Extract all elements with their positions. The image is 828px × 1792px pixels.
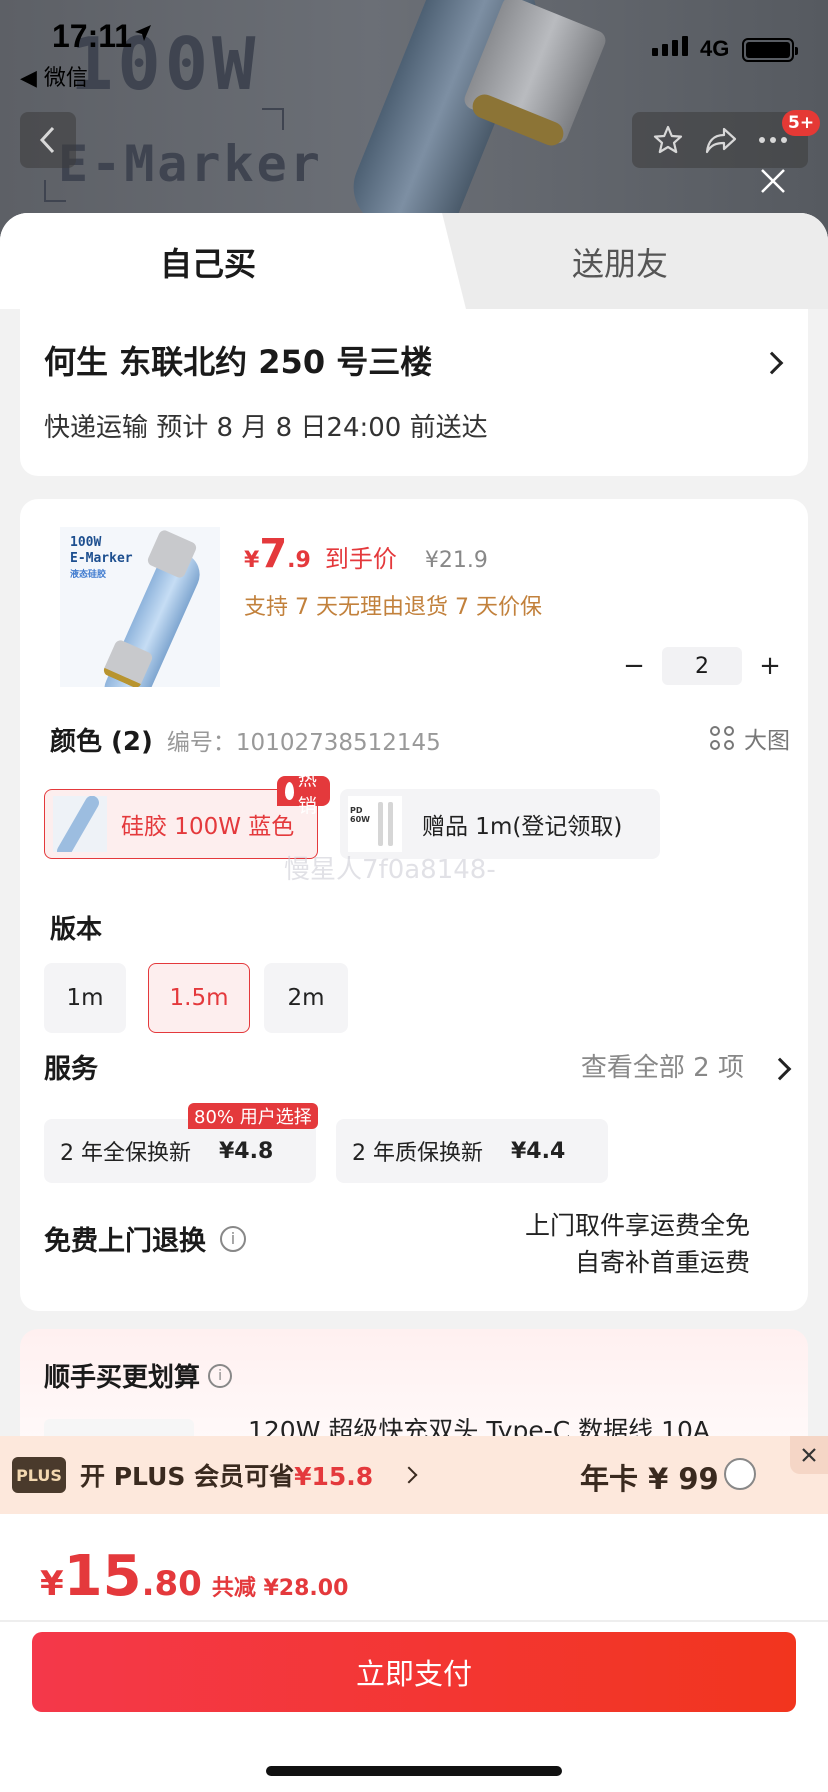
price-line: ¥ 7 .9 到手价 ¥21.9: [244, 531, 488, 577]
gift-thumbnail: PD 60W: [348, 796, 402, 852]
free-return-details: 上门取件享运费全免 自寄补首重运费: [524, 1211, 750, 1277]
address-text: 何生 东联北约 250 号三楼: [44, 343, 433, 381]
chevron-right-icon: [768, 1057, 792, 1081]
bundle-title: 顺手买更划算 i: [44, 1357, 233, 1394]
service-view-all[interactable]: 查看全部 2 项: [581, 1047, 744, 1084]
watermark: 慢星人7f0a8148-: [284, 855, 496, 885]
product-thumbnail[interactable]: 100W E-Marker 液态硅胶: [60, 527, 220, 687]
message-count-badge: 5+: [782, 110, 821, 136]
total-decimal: .80: [141, 1564, 202, 1604]
address-card[interactable]: 何生 东联北约 250 号三楼 快递运输 预计 8 月 8 日24:00 前送达: [20, 309, 808, 476]
total-price: ¥ 15 .80 共减 ¥28.00: [40, 1544, 349, 1609]
free-return-title: 免费上门退换: [44, 1226, 206, 1257]
total-integer: 15: [63, 1544, 142, 1609]
info-icon[interactable]: i: [220, 1225, 246, 1252]
option-thumbnail: [53, 796, 107, 852]
network-type: 4G: [700, 36, 730, 61]
back-button[interactable]: [20, 112, 76, 168]
flame-icon: [285, 782, 294, 800]
service-header[interactable]: 服务 查看全部 2 项: [44, 1047, 792, 1086]
checkout-footer: ¥ 15 .80 共减 ¥28.00 立即支付: [0, 1514, 828, 1792]
hero-bracket-tr: [262, 108, 284, 130]
price-integer: 7: [259, 531, 288, 577]
qty-plus-button[interactable]: +: [750, 647, 790, 685]
status-time: 17:11: [52, 18, 133, 54]
tab-buy-self[interactable]: 自己买: [160, 239, 256, 285]
pay-now-button[interactable]: 立即支付: [32, 1632, 796, 1712]
return-policy: 支持 7 天无理由退货 7 天价保: [244, 595, 542, 620]
plus-close-button[interactable]: [790, 1436, 828, 1474]
home-indicator: [266, 1766, 562, 1776]
free-return-row: 免费上门退换 i: [44, 1219, 246, 1258]
product-card: 100W E-Marker 液态硅胶 ¥ 7 .9 到手价 ¥21.9 支持 7…: [20, 499, 808, 1311]
qty-minus-button[interactable]: −: [614, 647, 654, 685]
color-option-blue[interactable]: 硅胶 100W 蓝色 热销: [44, 768, 331, 859]
status-bar: 17:11 ◀ 微信 4G: [0, 0, 828, 92]
plus-promo-bar[interactable]: PLUS 开 PLUS 会员可省¥15.8 年卡 ¥ 99: [0, 1436, 828, 1514]
price-decimal: .9: [287, 548, 311, 573]
plus-year-card-price: 年卡 ¥ 99: [580, 1462, 719, 1496]
signal-icon: [652, 36, 688, 56]
location-arrow-icon: [135, 25, 151, 41]
version-option-1m[interactable]: 1m: [44, 963, 126, 1033]
price-label: 到手价: [324, 545, 397, 573]
footer-divider: [0, 1620, 828, 1622]
big-picture-toggle[interactable]: 大图: [710, 721, 790, 755]
service-title: 服务: [44, 1054, 98, 1085]
original-price: ¥21.9: [424, 548, 488, 573]
star-icon[interactable]: [652, 124, 684, 156]
delivery-estimate: 快递运输 预计 8 月 8 日24:00 前送达: [44, 413, 488, 443]
service-option-quality[interactable]: 2 年质保换新 ¥4.4: [336, 1119, 608, 1183]
total-discount: 共减 ¥28.00: [211, 1576, 349, 1601]
qty-value[interactable]: 2: [662, 647, 742, 685]
thumbnail-text: 100W E-Marker 液态硅胶: [70, 535, 133, 580]
plus-promo-text: 开 PLUS 会员可省¥15.8: [80, 1462, 374, 1491]
plus-select-radio[interactable]: [724, 1458, 756, 1490]
color-header: 颜色 (2) 编号：10102738512145 大图: [50, 721, 790, 758]
tab-send-friend[interactable]: 送朋友: [572, 239, 668, 285]
battery-icon: [742, 38, 798, 62]
hero-subheadline: E-Marker: [58, 135, 323, 193]
popular-choice-badge: 80% 用户选择: [188, 1103, 318, 1129]
close-icon[interactable]: [758, 166, 788, 196]
hot-sale-badge: 热销: [277, 768, 331, 817]
quantity-stepper: − 2 +: [614, 647, 790, 685]
version-option-2m[interactable]: 2m: [264, 963, 348, 1033]
back-to-app-link[interactable]: ◀ 微信: [20, 60, 88, 92]
tab-bar: 自己买 送朋友: [0, 213, 828, 309]
close-icon: [802, 1448, 816, 1462]
version-option-1-5m[interactable]: 1.5m: [148, 963, 250, 1033]
info-icon[interactable]: i: [208, 1363, 233, 1388]
color-title: 颜色 (2): [50, 727, 153, 757]
plus-logo: PLUS: [12, 1457, 66, 1493]
chevron-left-icon: [39, 126, 55, 154]
version-title: 版本: [50, 915, 103, 945]
chevron-right-icon: [400, 1466, 418, 1484]
more-icon[interactable]: [758, 136, 788, 144]
product-code: 编号：10102738512145: [166, 729, 441, 756]
chevron-right-icon: [760, 351, 784, 375]
share-icon[interactable]: [704, 125, 738, 155]
grid-view-icon: [710, 726, 734, 750]
